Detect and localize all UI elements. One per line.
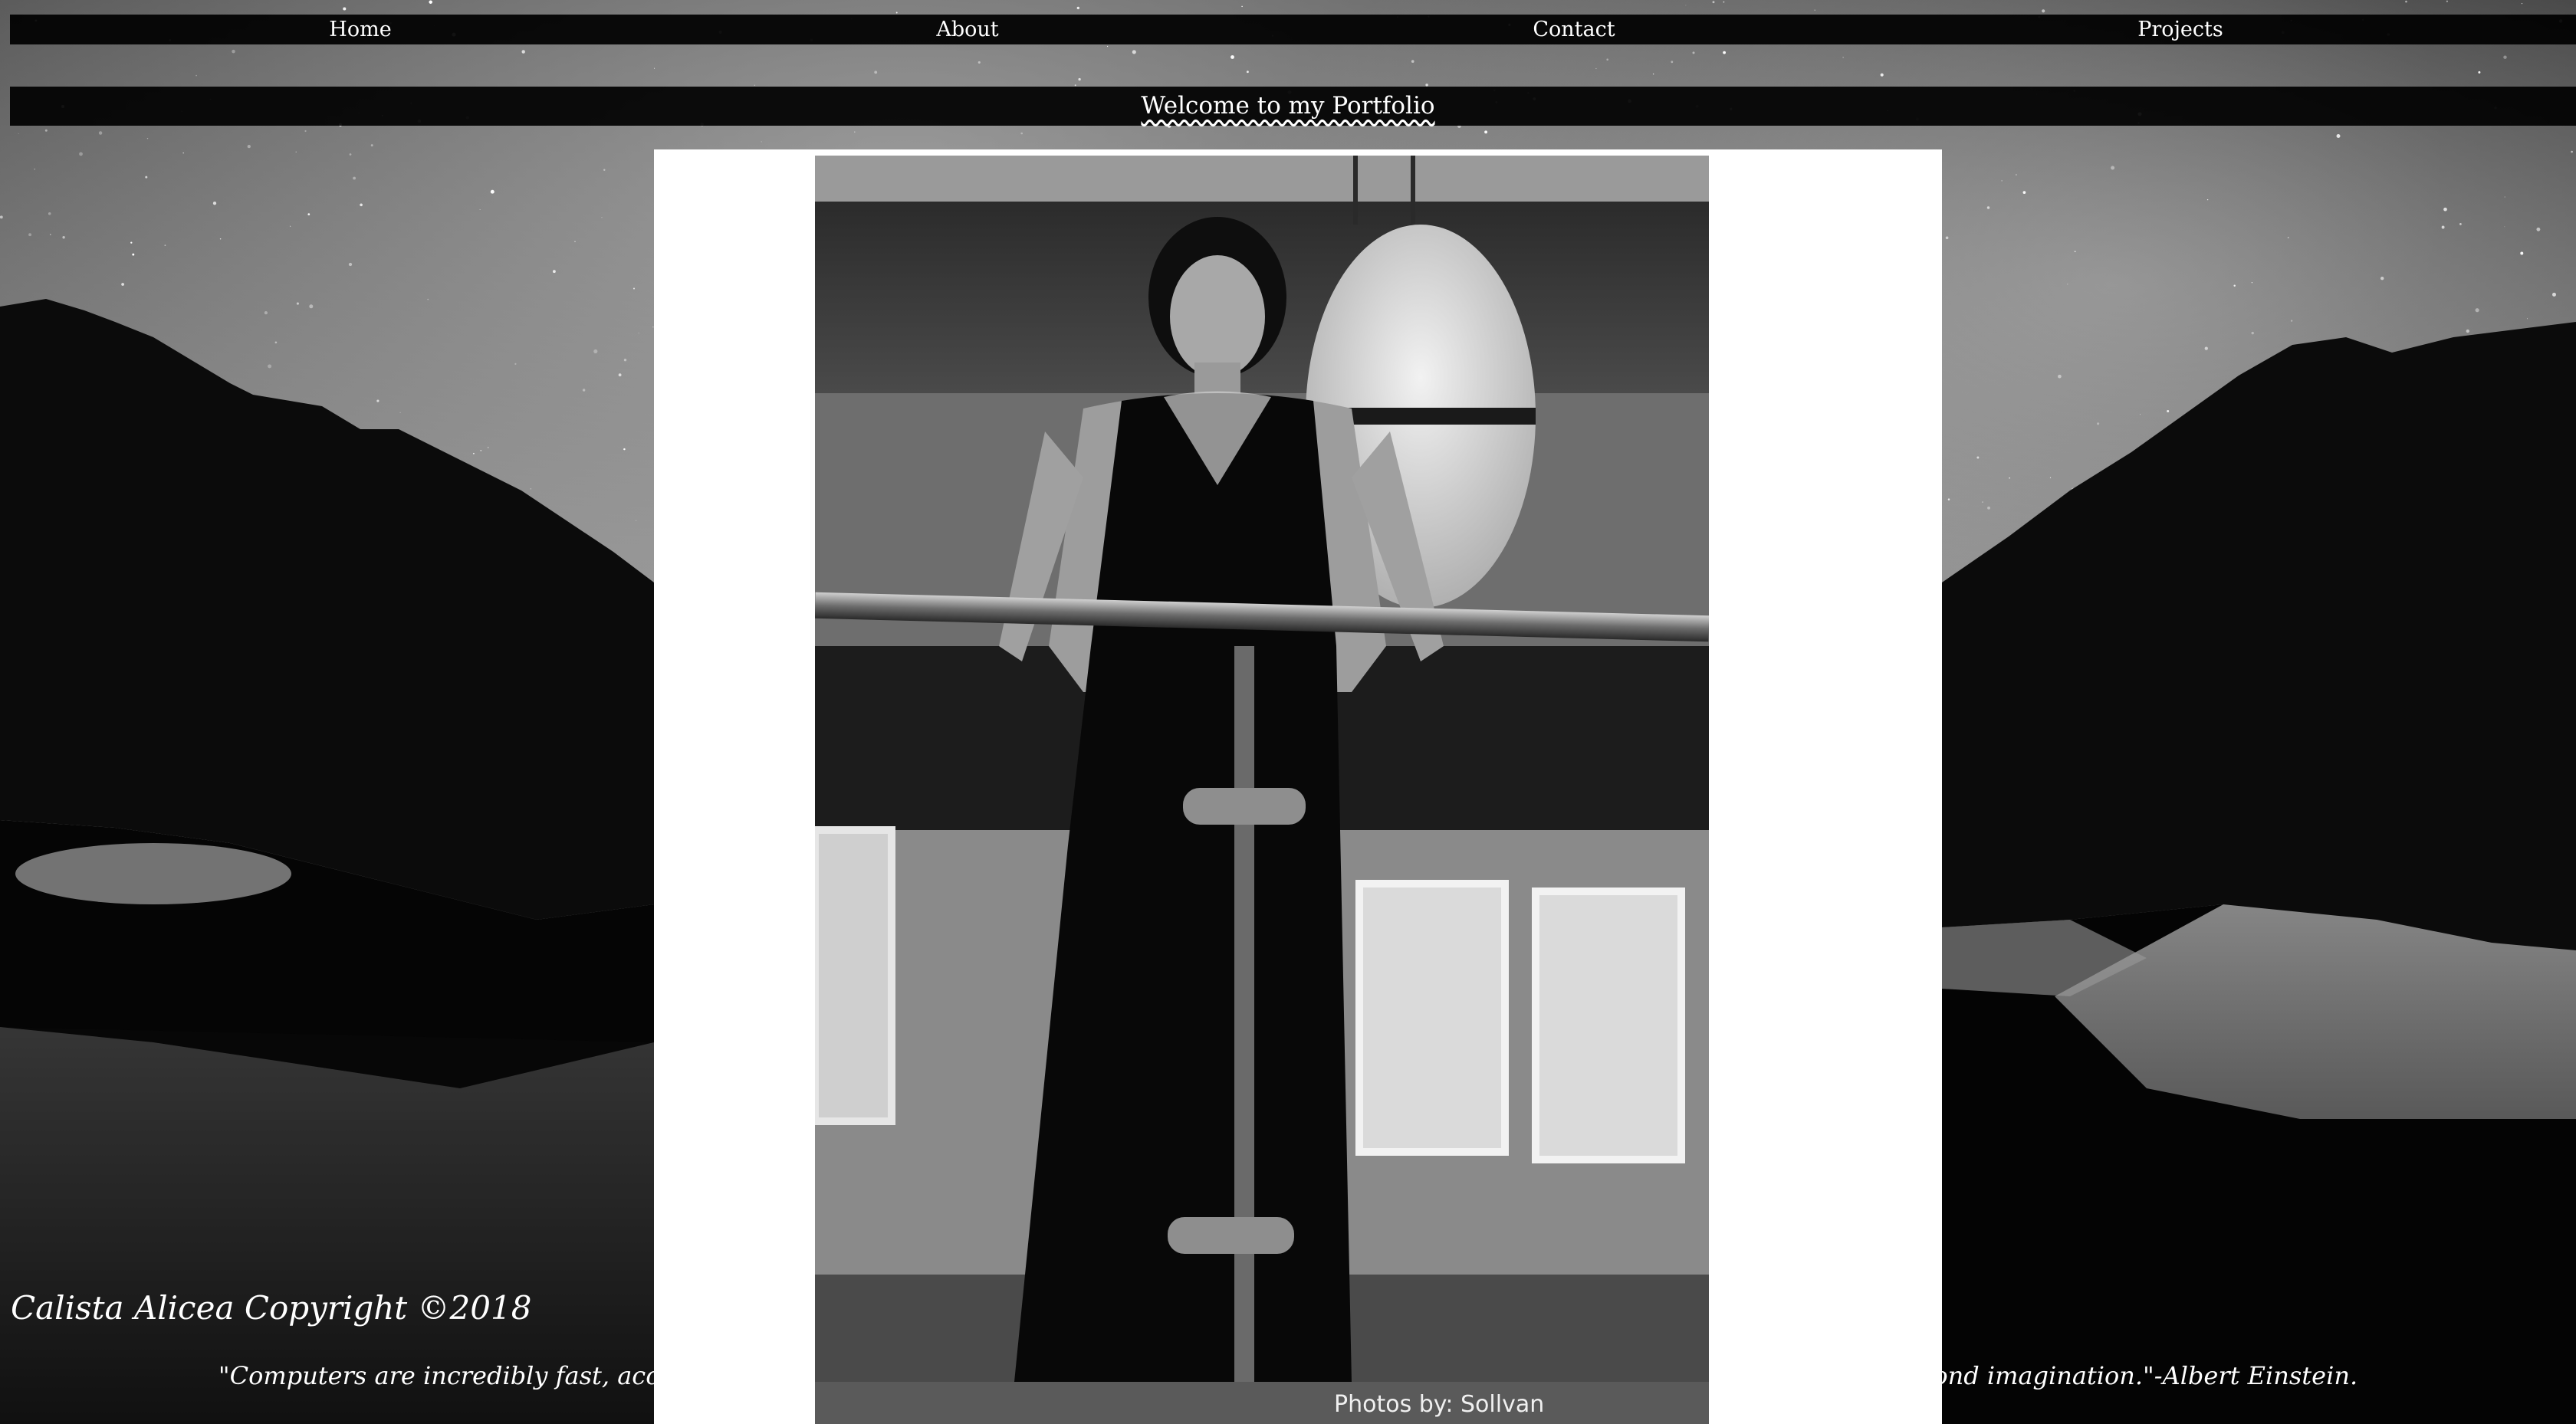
- photo-credit: Photos by: Sollvan Photography: [1334, 1391, 1545, 1424]
- nav-link-home[interactable]: Home: [245, 15, 475, 44]
- nav-link-contact[interactable]: Contact: [1459, 15, 1689, 44]
- portrait-photo: [815, 156, 1709, 1424]
- page-title: Welcome to my Portfolio: [1141, 92, 1435, 120]
- nav-link-about[interactable]: About: [853, 15, 1083, 44]
- nav-link-projects[interactable]: Projects: [2065, 15, 2295, 44]
- page: Home About Contact Projects Welcome to m…: [0, 0, 2576, 1424]
- welcome-header-bar: Welcome to my Portfolio: [10, 87, 2576, 126]
- copyright-text: Calista Alicea Copyright ©2018: [11, 1289, 532, 1327]
